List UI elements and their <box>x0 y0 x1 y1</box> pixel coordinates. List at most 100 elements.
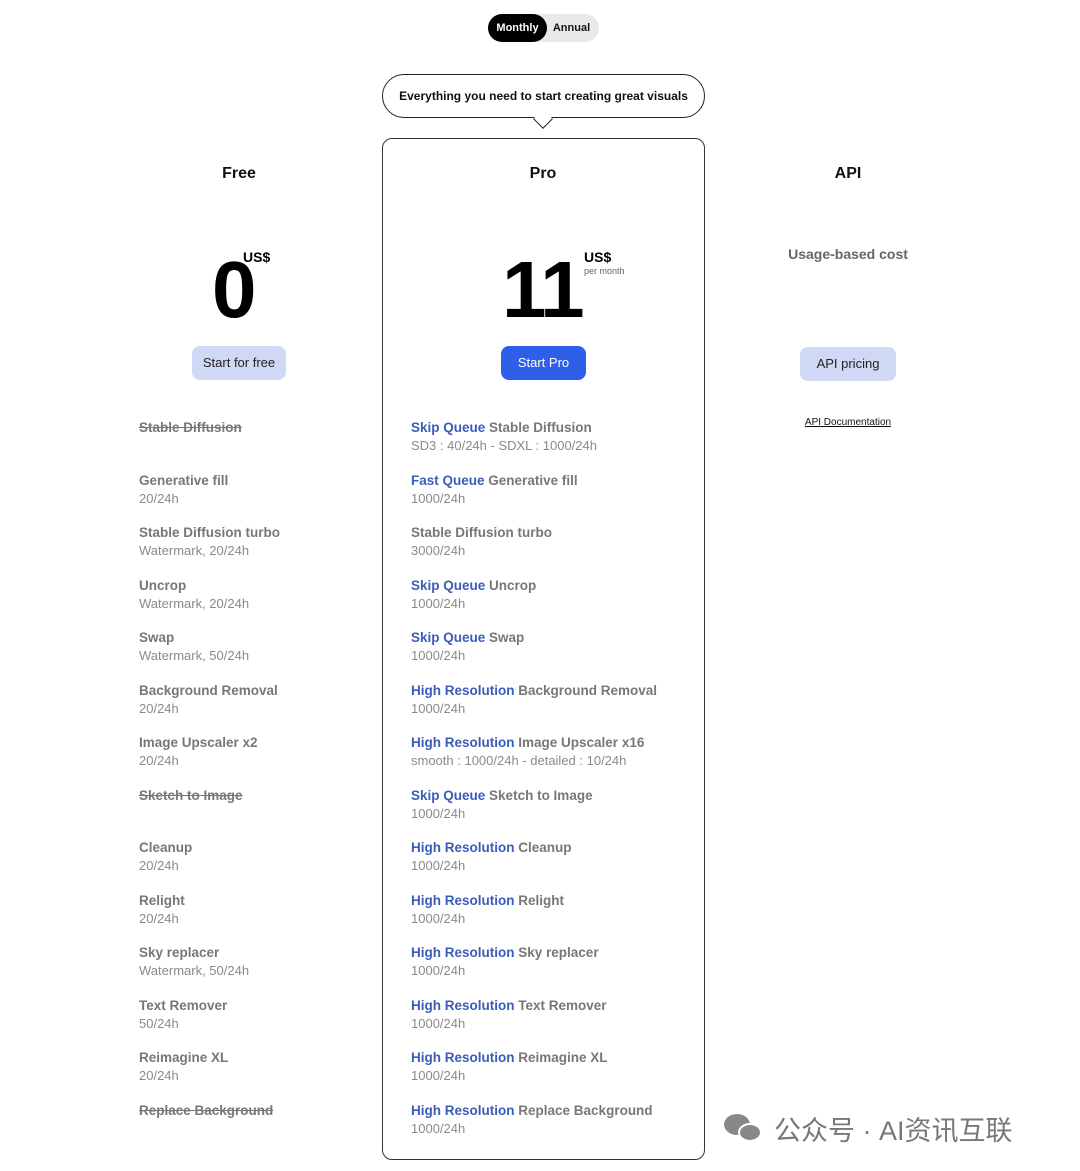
feature-limit: Watermark, 20/24h <box>139 543 250 558</box>
feature-label: Relight <box>518 892 565 908</box>
feature-name: Stable Diffusion turbo <box>411 524 657 541</box>
watermark-text: 公众号 · AI资讯互联 <box>774 1115 1013 1146</box>
feature-label: Replace Background <box>139 1102 274 1118</box>
pro-period: per month <box>584 266 625 276</box>
feature-label: Text Remover <box>139 997 228 1013</box>
api-pricing-button[interactable]: API pricing <box>800 347 896 381</box>
feature-name: Sky replacer <box>139 944 280 961</box>
feature-label: Stable Diffusion <box>489 420 592 435</box>
feature-limit: Watermark, 50/24h <box>139 648 250 663</box>
feature-limit: 1000/24h <box>411 805 466 821</box>
feature-item: High Resolution Background Removal 1000/2… <box>411 682 657 735</box>
feature-label: Sky replacer <box>518 945 599 960</box>
feature-name: Skip Queue Sketch to Image <box>411 787 657 804</box>
feature-limit: 1000/24h <box>411 700 466 716</box>
feature-limit: 20/24h <box>139 490 179 506</box>
feature-item: Swap Watermark, 50/24h <box>139 629 280 682</box>
feature-label: Sketch to Image <box>139 787 243 803</box>
feature-label: Reimagine XL <box>139 1050 229 1065</box>
feature-label: Uncrop <box>489 577 537 593</box>
api-plan-title: API <box>834 165 862 182</box>
feature-name: Reimagine XL <box>139 1049 280 1066</box>
feature-name: High Resolution Relight <box>411 892 657 909</box>
feature-name: Swap <box>139 629 280 646</box>
pro-currency: US$ <box>584 249 612 265</box>
feature-limit: Watermark, 50/24h <box>139 963 250 978</box>
watermark: 公众号 · AI资讯互联 <box>724 1108 1013 1148</box>
feature-name: Cleanup <box>139 839 280 856</box>
api-usage-label: Usage-based cost <box>788 246 908 262</box>
feature-name: High Resolution Replace Background <box>411 1102 657 1119</box>
feature-item: Stable Diffusion <box>139 419 280 472</box>
free-plan-title: Free <box>222 165 256 182</box>
start-free-button[interactable]: Start for free <box>192 346 286 380</box>
feature-label: Text Remover <box>518 997 607 1013</box>
feature-limit: 20/24h <box>139 753 179 768</box>
feature-label: Sky replacer <box>139 945 220 960</box>
feature-limit: 1000/24h <box>411 490 466 506</box>
feature-item: High Resolution Replace Background 1000/2… <box>411 1102 657 1155</box>
feature-item: Skip Queue Swap 1000/24h <box>411 629 657 682</box>
feature-item: Skip Queue Uncrop 1000/24h <box>411 577 657 630</box>
feature-name: Image Upscaler x2 <box>139 734 280 751</box>
feature-label: Stable Diffusion <box>139 420 242 435</box>
feature-item: High Resolution Relight 1000/24h <box>411 892 657 945</box>
feature-label: Background Removal <box>139 682 278 698</box>
feature-label: Cleanup <box>139 840 193 855</box>
api-documentation-link[interactable]: API Documentation <box>748 417 948 428</box>
feature-limit: 3000/24h <box>411 543 466 558</box>
free-feature-list: Stable Diffusion Generative fill 20/24h Sta… <box>139 419 280 1154</box>
pro-feature-list: Skip Queue Stable Diffusion SD3 : 40/24h … <box>411 419 657 1154</box>
feature-tag: Skip Queue <box>411 420 486 435</box>
feature-label: Image Upscaler x2 <box>139 735 258 750</box>
feature-label: Stable Diffusion turbo <box>139 525 280 540</box>
feature-label: Replace Background <box>518 1102 653 1118</box>
feature-item: Sky replacer Watermark, 50/24h <box>139 944 280 997</box>
feature-name: Fast Queue Generative fill <box>411 472 657 489</box>
pro-price: 11 <box>502 245 585 334</box>
feature-label: Reimagine XL <box>518 1050 608 1065</box>
feature-name: High Resolution Background Removal <box>411 682 657 699</box>
feature-item: Sketch to Image <box>139 787 280 840</box>
toggle-monthly[interactable]: Monthly <box>488 14 547 42</box>
toggle-annual[interactable]: Annual <box>544 14 599 42</box>
feature-label: Cleanup <box>518 840 572 855</box>
feature-limit: 1000/24h <box>411 1120 466 1136</box>
feature-tag: Fast Queue <box>411 472 485 488</box>
feature-tag: Skip Queue <box>411 577 486 593</box>
feature-tag: Skip Queue <box>411 630 486 645</box>
pro-plan-title: Pro <box>529 165 557 182</box>
feature-tag: High Resolution <box>411 735 515 750</box>
feature-item: High Resolution Cleanup 1000/24h <box>411 839 657 892</box>
feature-label: Image Upscaler x16 <box>518 735 645 750</box>
wechat-icon <box>724 1112 764 1144</box>
feature-item: High Resolution Reimagine XL 1000/24h <box>411 1049 657 1102</box>
feature-limit: 1000/24h <box>411 963 466 978</box>
feature-name: High Resolution Text Remover <box>411 997 657 1014</box>
feature-limit: smooth : 1000/24h - detailed : 10/24h <box>411 753 627 768</box>
billing-toggle[interactable]: Monthly Annual <box>488 14 599 42</box>
feature-item: Stable Diffusion turbo 3000/24h <box>411 524 657 577</box>
feature-label: Stable Diffusion turbo <box>411 525 552 540</box>
feature-tag: High Resolution <box>411 892 515 908</box>
feature-limit: 20/24h <box>139 910 179 926</box>
start-pro-button[interactable]: Start Pro <box>501 346 586 380</box>
feature-item: High Resolution Text Remover 1000/24h <box>411 997 657 1050</box>
feature-item: Skip Queue Stable Diffusion SD3 : 40/24h … <box>411 419 657 472</box>
feature-tag: High Resolution <box>411 1102 515 1118</box>
feature-tag: High Resolution <box>411 840 515 855</box>
feature-limit: 1000/24h <box>411 648 466 663</box>
feature-item: Cleanup 20/24h <box>139 839 280 892</box>
feature-tag: High Resolution <box>411 945 515 960</box>
feature-limit: 1000/24h <box>411 595 466 611</box>
feature-name: High Resolution Image Upscaler x16 <box>411 734 657 751</box>
feature-item: High Resolution Sky replacer 1000/24h <box>411 944 657 997</box>
feature-name: Background Removal <box>139 682 280 699</box>
feature-limit: 1000/24h <box>411 1068 466 1083</box>
feature-limit: 20/24h <box>139 858 179 873</box>
feature-name: Sketch to Image <box>139 787 280 804</box>
feature-name: Replace Background <box>139 1102 280 1119</box>
feature-item: Image Upscaler x2 20/24h <box>139 734 280 787</box>
feature-label: Uncrop <box>139 577 187 593</box>
feature-label: Sketch to Image <box>489 787 593 803</box>
